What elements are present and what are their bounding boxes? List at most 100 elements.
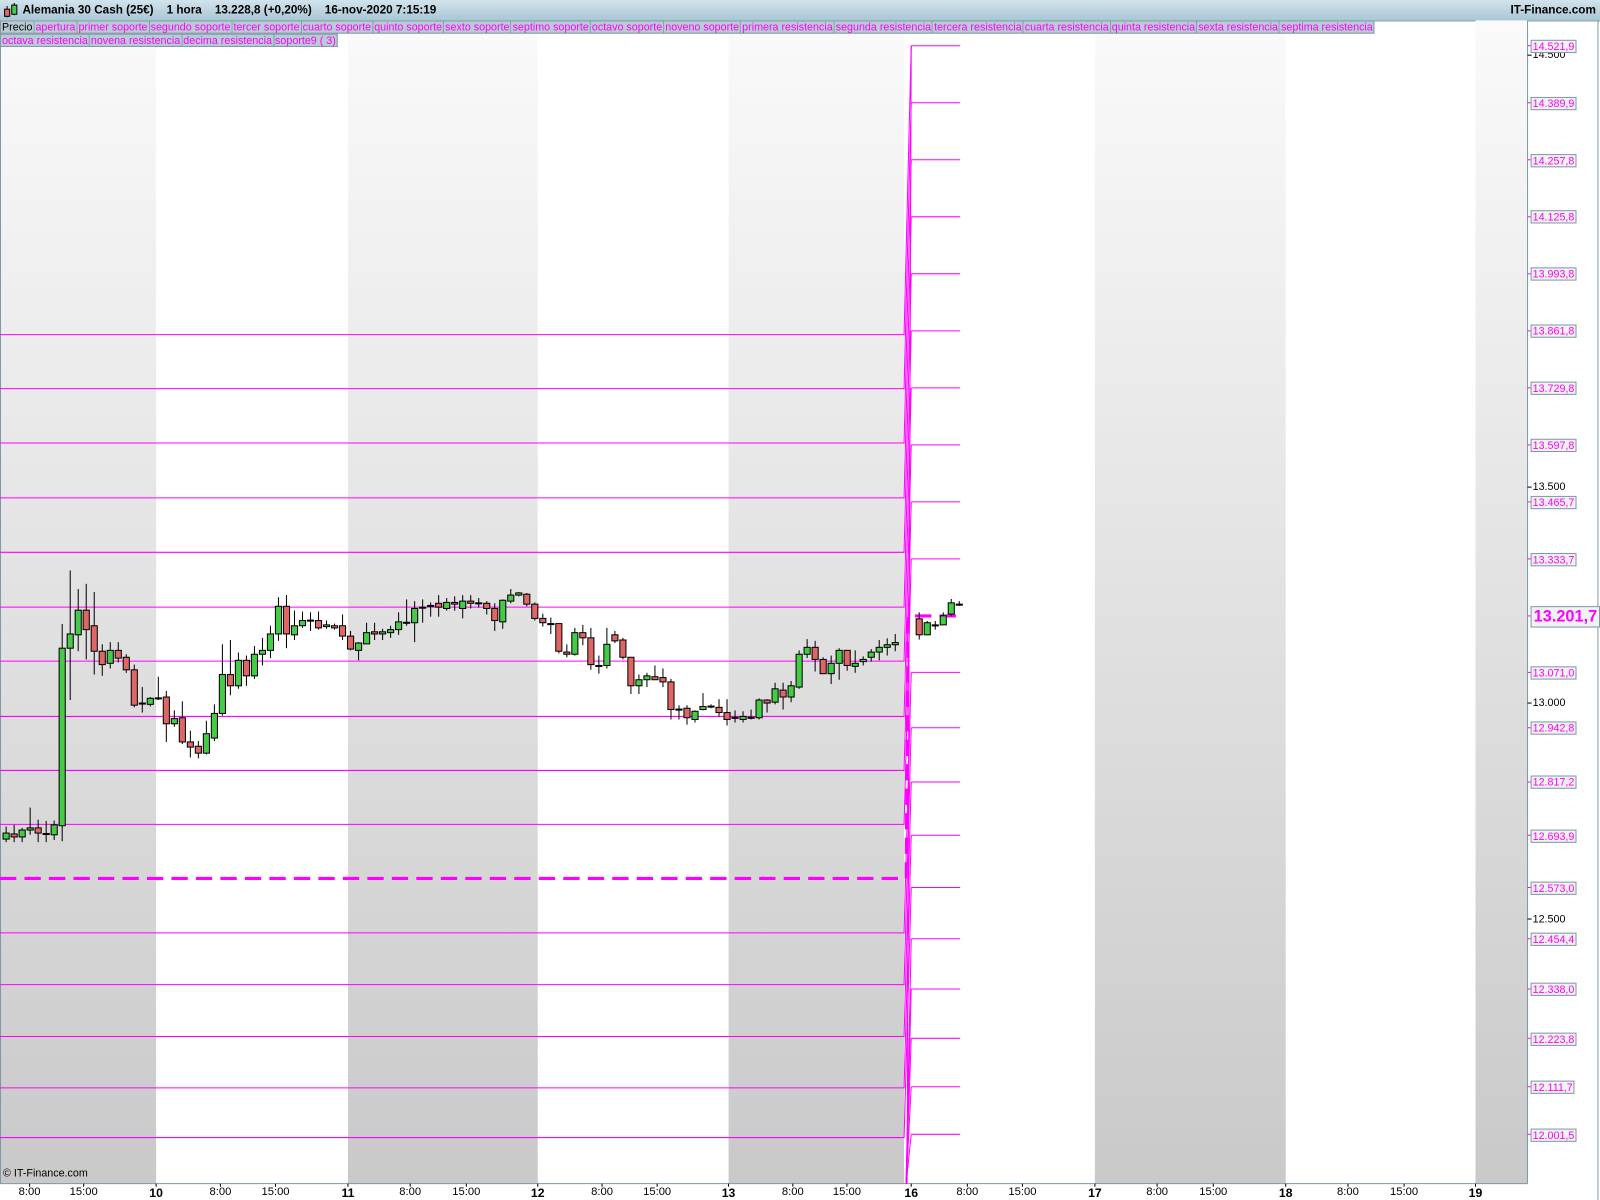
day-label: 16 — [904, 1185, 919, 1200]
candle-down — [611, 634, 619, 642]
legend-item-octavo-soporte[interactable]: octavo soporte — [590, 20, 665, 34]
legend-row-1: Precio apertura primer soporte segundo sopo… — [0, 20, 1375, 34]
candle-up — [419, 606, 427, 609]
current-level-price-label: 13.201,7 — [1530, 605, 1600, 628]
candle-down — [226, 674, 234, 687]
candle-down — [811, 646, 819, 660]
candle-down — [539, 617, 547, 624]
legend-item-tercera-resistencia[interactable]: tercera resistencia — [933, 20, 1024, 34]
legend-item-cuarta-resistencia[interactable]: cuarta resistencia — [1023, 20, 1111, 34]
hour-label: 8:00 — [1146, 1185, 1169, 1198]
candle-up — [787, 685, 795, 698]
legend-item-quinta-resistencia[interactable]: quinta resistencia — [1110, 20, 1198, 34]
candle-up — [827, 662, 835, 675]
chart-window: Alemania 30 Cash (25€) 1 hora 13.228,8 (… — [0, 0, 1600, 1200]
candle-up — [322, 624, 331, 628]
candle-up — [363, 632, 371, 645]
level-price-label: 13.071,0 — [1530, 666, 1577, 680]
level-price-label: 12.817,2 — [1530, 775, 1577, 790]
legend-item-quinto-soporte[interactable]: quinto soporte — [373, 20, 445, 34]
candle-up — [835, 649, 843, 664]
price-chart[interactable] — [0, 0, 1600, 1200]
candle-up — [699, 706, 707, 711]
candle-up — [18, 829, 26, 838]
candle-up — [691, 710, 699, 720]
day-label: 11 — [341, 1185, 355, 1200]
candle-up — [771, 688, 779, 703]
candle-down — [122, 656, 130, 671]
level-price-label: 12.573,0 — [1530, 881, 1577, 895]
candle-up — [74, 609, 82, 636]
candle-down — [282, 605, 291, 635]
price-tick-label: 13.000 — [1532, 696, 1566, 710]
legend-item-apertura[interactable]: apertura — [34, 20, 78, 34]
legend-item-tercer-soporte[interactable]: tercer soporte — [232, 20, 302, 34]
candle-down — [843, 649, 851, 666]
level-price-label: 13.729,8 — [1530, 381, 1577, 395]
legend-item-segundo-soporte[interactable]: segundo soporte — [149, 20, 233, 34]
candle-down — [451, 601, 459, 605]
legend-item-noveno-soporte[interactable]: noveno soporte — [664, 20, 742, 34]
level-price-label: 12.223,8 — [1530, 1032, 1577, 1046]
level-price-label: 14.521,9 — [1530, 39, 1577, 53]
hour-label: 15:00 — [1199, 1185, 1228, 1198]
day-band — [728, 20, 905, 1184]
level-price-label: 12.111,7 — [1530, 1080, 1575, 1094]
candle-down — [130, 669, 138, 706]
candle-up — [515, 592, 523, 596]
hour-label: 15:00 — [1390, 1185, 1419, 1198]
legend-item-primera-resistencia[interactable]: primera resistencia — [741, 20, 835, 34]
legend-item-septimo-soporte[interactable]: septimo soporte — [511, 20, 591, 34]
legend-item-sexto-soporte[interactable]: sexto soporte — [444, 20, 512, 34]
candle-down — [90, 625, 98, 652]
level-price-label: 13.597,8 — [1530, 438, 1577, 452]
hour-label: 15:00 — [69, 1185, 98, 1198]
legend-item-decima-resistencia[interactable]: decima resistencia — [182, 33, 275, 47]
hour-label: 8:00 — [591, 1185, 613, 1198]
candle-down — [371, 631, 379, 635]
legend-item-sexta-resistencia[interactable]: sexta resistencia — [1197, 20, 1281, 34]
level-price-label: 12.942,8 — [1530, 721, 1577, 735]
candle-up — [42, 832, 50, 836]
candle-down — [114, 649, 122, 659]
legend-item-octava-resistencia[interactable]: octava resistencia — [0, 33, 90, 47]
legend-item-precio[interactable]: Precio — [0, 20, 35, 34]
level-price-label: 13.465,7 — [1530, 495, 1577, 510]
candle-down — [138, 702, 146, 705]
candle-up — [50, 824, 58, 836]
legend-item-septima-resistencia[interactable]: septima resistencia — [1280, 20, 1375, 34]
level-price-label: 13.333,7 — [1530, 552, 1577, 567]
candle-down — [435, 602, 443, 608]
legend-row-2: octava resistencia novena resistencia deci… — [0, 33, 338, 47]
candle-down — [779, 689, 787, 698]
day-band — [1475, 20, 1528, 1184]
candle-down — [731, 716, 739, 719]
candle-up — [387, 629, 395, 634]
legend-item-soporte9-3[interactable]: soporte9 ( 3) — [274, 33, 338, 47]
candle-up — [643, 675, 651, 681]
candle-down — [619, 639, 627, 658]
candle-down — [491, 607, 499, 622]
candle-up — [170, 718, 178, 725]
candle-down — [10, 833, 18, 838]
candle-down — [314, 620, 323, 629]
candle-up — [58, 647, 66, 827]
candle-up — [851, 662, 859, 667]
legend-item-primer-soporte[interactable]: primer soporte — [77, 20, 150, 34]
hour-label: 8:00 — [781, 1185, 804, 1198]
candle-down — [186, 741, 194, 748]
legend-item-segunda-resistencia[interactable]: segunda resistencia — [834, 20, 934, 34]
candle-down — [747, 716, 755, 719]
candle-down — [723, 712, 731, 720]
candle-down — [467, 600, 475, 604]
legend-item-novena-resistencia[interactable]: novena resistencia — [89, 33, 183, 47]
candle-down — [531, 603, 539, 619]
candle-up — [154, 697, 162, 700]
legend-item-cuarto-soporte[interactable]: cuarto soporte — [301, 20, 374, 34]
candle-down — [659, 677, 667, 683]
candle-down — [675, 708, 683, 711]
candle-up — [923, 622, 931, 636]
candle-down — [523, 593, 531, 605]
day-band — [1094, 20, 1286, 1184]
candle-up — [475, 602, 483, 605]
